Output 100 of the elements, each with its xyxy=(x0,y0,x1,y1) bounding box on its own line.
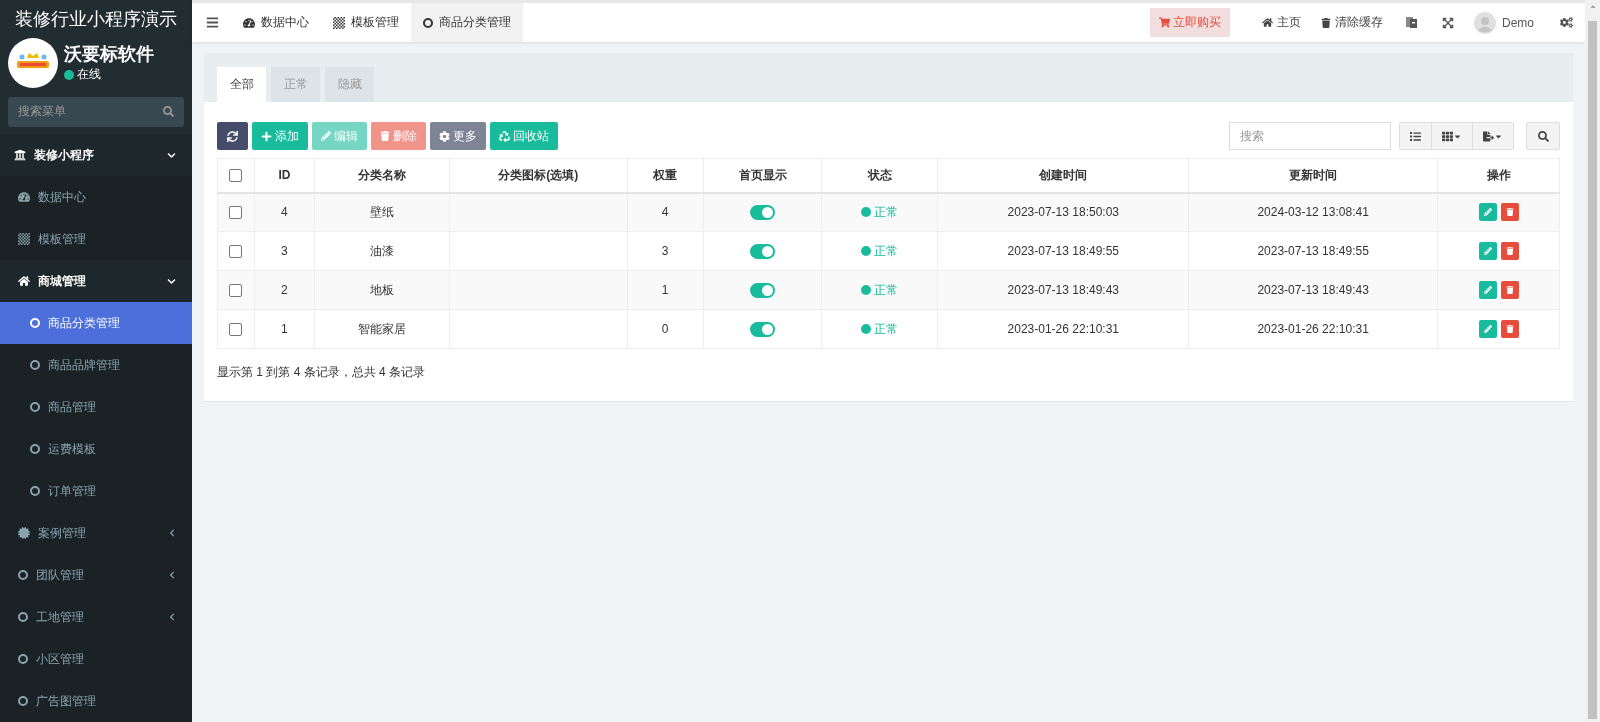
table-cell: 2024-03-12 13:08:41 xyxy=(1188,192,1438,232)
row-checkbox[interactable] xyxy=(229,323,243,337)
menu-item[interactable]: 模板管理 xyxy=(0,218,192,260)
menu-search-field[interactable]: 搜索菜单 xyxy=(8,96,184,127)
table-cell: 2023-07-13 18:49:43 xyxy=(1188,270,1438,310)
app-title: 装修行业小程序演示 xyxy=(14,7,178,31)
table-cell: 3 xyxy=(627,231,704,271)
edit-button[interactable] xyxy=(1478,203,1497,222)
pencil-icon xyxy=(1483,325,1492,333)
trash-icon xyxy=(380,131,390,141)
search-field[interactable]: 搜索 xyxy=(1229,122,1391,150)
circle-icon xyxy=(423,17,433,28)
menu-item[interactable]: 团队管理 xyxy=(0,554,192,596)
table-cell: 壁纸 xyxy=(314,192,450,232)
column-header[interactable]: 操作 xyxy=(1437,158,1560,193)
table-cell: 2023-01-26 22:10:31 xyxy=(1188,309,1438,349)
menu-item[interactable]: 工地管理 xyxy=(0,596,192,638)
delete-button[interactable] xyxy=(1500,320,1519,338)
nav-tab[interactable]: 数据中心 xyxy=(231,3,321,42)
header-link[interactable]: 主页 xyxy=(1252,14,1311,31)
row-checkbox[interactable] xyxy=(229,245,243,259)
export-icon xyxy=(1483,130,1494,142)
scroll-up-icon[interactable] xyxy=(1588,3,1597,11)
plus-icon xyxy=(261,130,272,142)
menu-item[interactable]: 商城管理 xyxy=(0,260,192,302)
trash-icon xyxy=(1505,247,1514,255)
checker-icon xyxy=(333,16,345,29)
toggle-switch[interactable] xyxy=(750,204,776,220)
chevron-left-icon xyxy=(168,529,176,537)
refresh-icon xyxy=(227,130,238,142)
delete-button[interactable] xyxy=(1500,203,1519,222)
circle-icon xyxy=(30,402,40,412)
toggle-view-button[interactable] xyxy=(1400,123,1432,149)
more-button[interactable]: 更多 xyxy=(430,122,486,150)
menu-item[interactable]: 商品管理 xyxy=(0,386,192,428)
column-header[interactable]: 更新时间 xyxy=(1188,158,1438,193)
menu-item[interactable]: 小区管理 xyxy=(0,638,192,680)
circle-icon xyxy=(18,570,28,580)
circle-icon xyxy=(18,696,28,706)
search-icon xyxy=(1537,130,1549,142)
fullscreen-icon[interactable] xyxy=(1442,16,1454,29)
edit-button[interactable] xyxy=(1478,242,1497,260)
menu-item[interactable]: 案例管理 xyxy=(0,512,192,554)
table-cell: 1 xyxy=(627,270,704,310)
row-checkbox[interactable] xyxy=(229,206,243,220)
table-cell: 2 xyxy=(254,270,315,310)
edit-button[interactable] xyxy=(1478,320,1497,338)
trash-icon xyxy=(1505,208,1514,217)
row-checkbox[interactable] xyxy=(229,284,243,298)
toggle-switch[interactable] xyxy=(750,243,776,259)
table-cell: 4 xyxy=(627,192,704,232)
cart-icon xyxy=(1159,17,1170,28)
menu-item[interactable]: 商品品牌管理 xyxy=(0,344,192,386)
delete-button[interactable] xyxy=(1500,281,1519,299)
header-link[interactable]: 清除缓存 xyxy=(1311,14,1393,31)
menu-item[interactable]: 商品分类管理 xyxy=(0,302,192,344)
column-header[interactable]: 状态 xyxy=(822,158,938,193)
toggle-switch[interactable] xyxy=(750,321,776,337)
translate-icon[interactable] xyxy=(1405,16,1418,29)
settings-icon[interactable] xyxy=(1560,16,1573,29)
table-cell: 2023-07-13 18:49:55 xyxy=(937,231,1189,271)
menu-item[interactable]: 订单管理 xyxy=(0,470,192,512)
search-button[interactable] xyxy=(1526,122,1560,150)
table-cell: 2023-07-13 18:49:43 xyxy=(937,270,1189,310)
toggle-switch[interactable] xyxy=(750,282,776,298)
column-header[interactable]: ID xyxy=(254,158,315,193)
refresh-button[interactable] xyxy=(217,122,248,150)
chevron-left-icon xyxy=(168,571,176,579)
chevron-down-icon xyxy=(167,276,176,286)
menu-item[interactable]: 运费模板 xyxy=(0,428,192,470)
status-label: 正常 xyxy=(861,203,899,221)
trash-icon xyxy=(1505,325,1514,333)
trash-icon xyxy=(1321,17,1331,28)
select-all-checkbox[interactable] xyxy=(229,169,243,183)
column-header[interactable]: 权重 xyxy=(627,158,704,193)
status-label: 正常 xyxy=(861,281,899,299)
nav-tab[interactable]: 模板管理 xyxy=(321,3,411,42)
edit-button[interactable] xyxy=(1478,281,1497,299)
menu-item[interactable]: 广告图管理 xyxy=(0,680,192,722)
circle-icon xyxy=(30,444,40,454)
delete-button[interactable] xyxy=(1500,242,1519,260)
search-icon xyxy=(163,106,174,118)
pencil-icon xyxy=(1483,208,1492,217)
menu-item[interactable]: 装修小程序 xyxy=(0,134,192,176)
table-cell: 0 xyxy=(627,309,704,349)
circle-icon xyxy=(30,486,40,496)
column-header[interactable]: 创建时间 xyxy=(937,158,1189,193)
list-icon xyxy=(1410,130,1421,142)
chevron-left-icon xyxy=(168,613,176,621)
logo-icon xyxy=(8,37,58,88)
column-header[interactable]: 分类名称 xyxy=(314,158,450,193)
menu-item[interactable]: 数据中心 xyxy=(0,176,192,218)
column-header[interactable]: 分类图标(选填) xyxy=(449,158,628,193)
scrollbar[interactable] xyxy=(1585,0,1600,722)
filter-tab[interactable]: 全部 xyxy=(217,67,266,102)
table-cell: 2023-01-26 22:10:31 xyxy=(937,309,1189,349)
nav-tab[interactable]: 商品分类管理 xyxy=(411,3,523,42)
menu-icon[interactable] xyxy=(206,16,219,29)
user-name[interactable]: Demo xyxy=(1496,15,1548,30)
column-header[interactable]: 首页显示 xyxy=(703,158,822,193)
